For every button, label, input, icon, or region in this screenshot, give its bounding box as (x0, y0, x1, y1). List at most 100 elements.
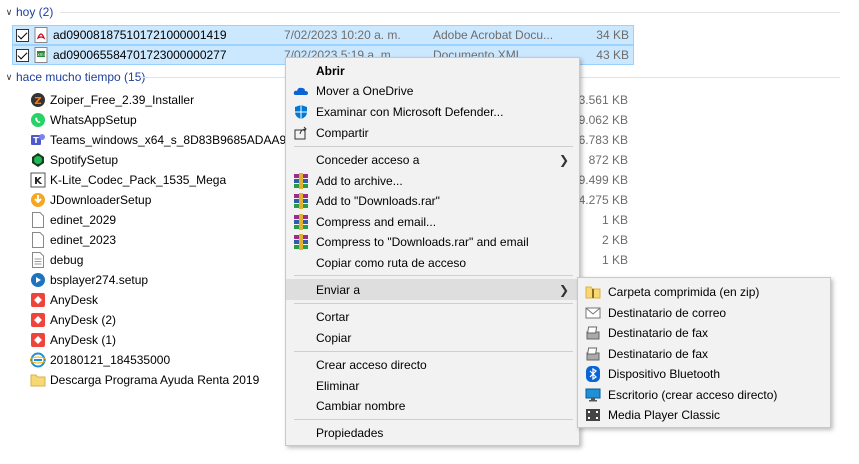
ie-icon (30, 352, 46, 368)
menu-item-rename[interactable]: Cambiar nombre (286, 395, 579, 416)
share-icon (293, 125, 309, 141)
table-row[interactable]: T Teams_windows_x64_s_8D83B9685ADAA9D-..… (12, 130, 309, 150)
chevron-right-icon: ❯ (558, 152, 569, 167)
spotify-icon (30, 152, 46, 168)
menu-item-create-shortcut[interactable]: Crear acceso directo (286, 354, 579, 375)
menu-separator (294, 351, 573, 352)
bsplayer-icon (30, 272, 46, 288)
file-name: WhatsAppSetup (50, 113, 137, 127)
file-name: ad090081875101721000001419 (53, 28, 227, 42)
file-icon (30, 212, 46, 228)
table-row[interactable]: AnyDesk (1) (12, 330, 116, 350)
context-menu: Abrir Mover a OneDrive Examinar con Micr… (285, 57, 580, 446)
onedrive-icon (293, 83, 309, 99)
menu-item-properties[interactable]: Propiedades (286, 422, 579, 443)
winrar-icon (293, 172, 309, 189)
submenu-item-mail-recipient[interactable]: Destinatario de correo (578, 302, 830, 323)
table-row[interactable]: AnyDesk (12, 290, 98, 310)
submenu-item-zip-folder[interactable]: Carpeta comprimida (en zip) (578, 281, 830, 302)
xml-icon: xml (33, 47, 49, 63)
send-to-submenu: Carpeta comprimida (en zip) Destinatario… (577, 277, 831, 428)
menu-item-open[interactable]: Abrir (286, 60, 579, 81)
table-row[interactable]: 20180121_184535000 (12, 350, 170, 370)
file-size: 34 KB (596, 28, 629, 42)
table-row[interactable]: SpotifySetup (12, 150, 118, 170)
table-row[interactable]: bsplayer274.setup (12, 270, 148, 290)
menu-item-add-archive[interactable]: Add to archive... (286, 170, 579, 191)
table-row[interactable]: Descarga Programa Ayuda Renta 2019 (12, 370, 259, 390)
chevron-right-icon: ❯ (558, 282, 569, 297)
winrar-icon (293, 233, 309, 250)
submenu-item-desktop[interactable]: Escritorio (crear acceso directo) (578, 384, 830, 405)
menu-item-compress-downloads-email[interactable]: Compress to "Downloads.rar" and email (286, 231, 579, 252)
table-row[interactable]: ad090081875101721000001419 7/02/2023 10:… (12, 25, 634, 45)
table-row[interactable]: debug (12, 250, 83, 270)
fax-icon (585, 325, 601, 341)
pdf-icon (33, 27, 49, 43)
file-name: AnyDesk (2) (50, 313, 117, 327)
file-name: debug (50, 253, 84, 267)
zoiper-icon: Z (30, 92, 46, 108)
teams-icon: T (30, 132, 46, 148)
anydesk-icon (30, 292, 46, 308)
table-row[interactable]: WhatsAppSetup (12, 110, 137, 130)
menu-item-delete[interactable]: Eliminar (286, 375, 579, 396)
menu-separator (294, 275, 573, 276)
file-name: K-Lite_Codec_Pack_1535_Mega (50, 173, 227, 187)
svg-text:Z: Z (34, 96, 41, 107)
submenu-item-fax-recipient[interactable]: Destinatario de fax (578, 322, 830, 343)
table-row[interactable]: edinet_2029 (12, 210, 116, 230)
menu-item-move-onedrive[interactable]: Mover a OneDrive (286, 80, 579, 101)
defender-icon (293, 104, 309, 120)
menu-separator (294, 419, 573, 420)
table-row[interactable]: AnyDesk (2) (12, 310, 116, 330)
menu-item-copy[interactable]: Copiar (286, 327, 579, 348)
anydesk-icon (30, 332, 46, 348)
file-name: 20180121_184535000 (50, 353, 171, 367)
table-row[interactable]: K K-Lite_Codec_Pack_1535_Mega (12, 170, 226, 190)
table-row[interactable]: edinet_2023 (12, 230, 116, 250)
table-row[interactable]: JDownloaderSetup (12, 190, 151, 210)
whatsapp-icon (30, 112, 46, 128)
group-divider (60, 12, 840, 13)
klite-icon: K (30, 172, 46, 188)
mpc-icon (585, 407, 601, 423)
menu-separator (294, 303, 573, 304)
file-icon (30, 232, 46, 248)
file-name: JDownloaderSetup (50, 193, 152, 207)
folder-icon (30, 372, 46, 388)
file-name: AnyDesk (50, 293, 99, 307)
group-header-today[interactable]: ∨ hoy (2) (0, 3, 840, 21)
checkbox[interactable] (16, 48, 29, 62)
menu-item-compress-email[interactable]: Compress and email... (286, 211, 579, 232)
menu-item-add-downloads-rar[interactable]: Add to "Downloads.rar" (286, 190, 579, 211)
group-header-label: hoy (2) (16, 5, 54, 19)
submenu-item-bluetooth[interactable]: Dispositivo Bluetooth (578, 363, 830, 384)
table-row[interactable]: Z Zoiper_Free_2.39_Installer (12, 90, 194, 110)
menu-item-share[interactable]: Compartir (286, 122, 579, 143)
jdownloader-icon (30, 192, 46, 208)
mail-icon (585, 305, 601, 321)
submenu-item-fax-recipient-2[interactable]: Destinatario de fax (578, 343, 830, 364)
menu-item-defender-scan[interactable]: Examinar con Microsoft Defender... (286, 101, 579, 122)
file-type: Adobe Acrobat Docu... (433, 28, 554, 42)
file-name: ad090065584701723000000277 (53, 48, 227, 62)
submenu-item-media-player-classic[interactable]: Media Player Classic (578, 404, 830, 425)
winrar-icon (293, 192, 309, 209)
file-name: SpotifySetup (50, 153, 119, 167)
group-header-label: hace mucho tiempo (15) (16, 70, 146, 84)
svg-text:xml: xml (37, 52, 44, 57)
menu-item-cut[interactable]: Cortar (286, 306, 579, 327)
svg-text:K: K (34, 176, 43, 187)
zip-folder-icon (585, 284, 601, 300)
menu-item-copy-path[interactable]: Copiar como ruta de acceso (286, 252, 579, 273)
checkbox[interactable] (16, 28, 29, 42)
bluetooth-icon (585, 365, 601, 382)
menu-item-send-to[interactable]: Enviar a ❯ (286, 279, 579, 300)
svg-text:T: T (33, 136, 39, 145)
fax-icon (585, 346, 601, 362)
desktop-icon (585, 387, 601, 403)
menu-item-grant-access[interactable]: Conceder acceso a ❯ (286, 149, 579, 170)
file-name: Descarga Programa Ayuda Renta 2019 (50, 373, 260, 387)
file-name: edinet_2023 (50, 233, 117, 247)
